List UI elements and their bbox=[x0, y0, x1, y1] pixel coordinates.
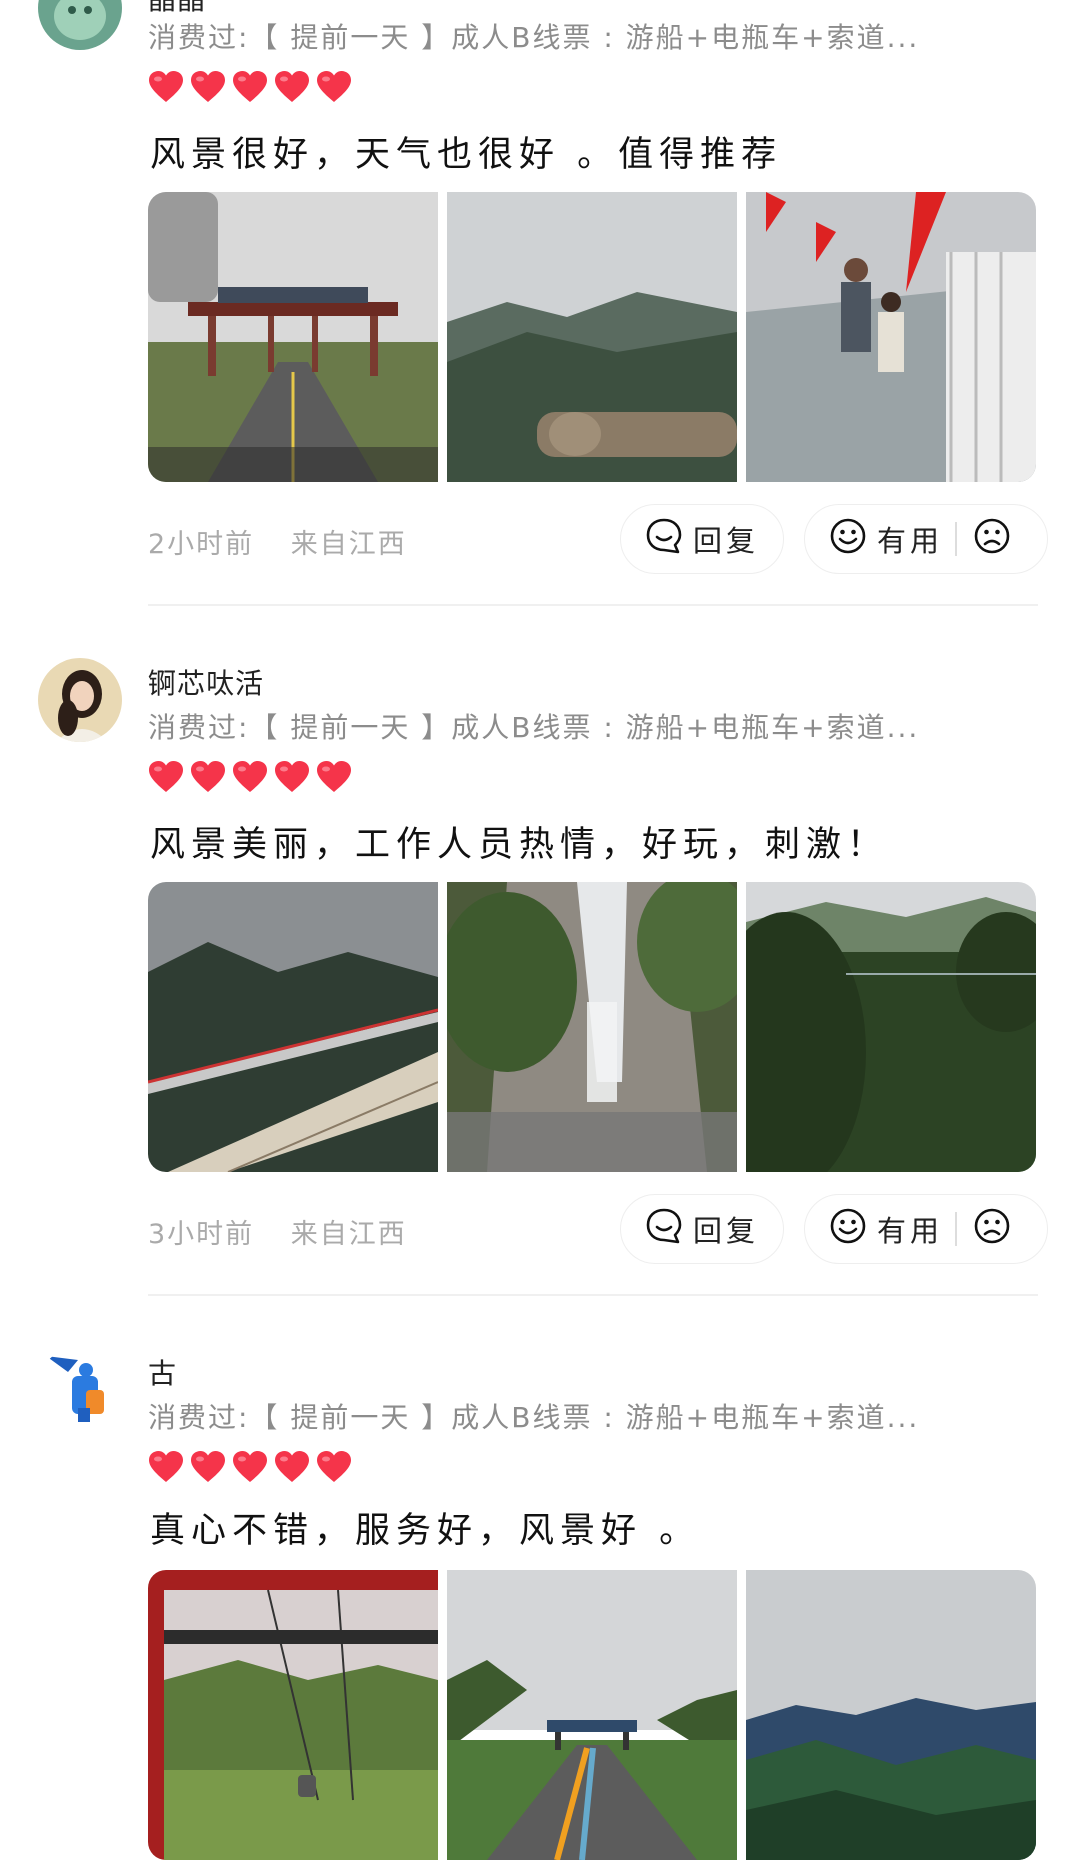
heart-icon bbox=[232, 760, 268, 800]
useful-button[interactable]: 有用 bbox=[804, 504, 1048, 574]
heart-icon bbox=[190, 70, 226, 110]
heart-icon bbox=[190, 760, 226, 800]
smiley-icon bbox=[829, 517, 877, 562]
review-text: 真心不错，服务好，风景好 。 bbox=[150, 1511, 701, 1551]
heart-icon bbox=[274, 760, 310, 800]
review-photo-road-gate[interactable] bbox=[447, 1570, 737, 1860]
heart-icon bbox=[316, 760, 352, 800]
reply-label: 回复 bbox=[693, 524, 760, 558]
review-separator bbox=[148, 1294, 1038, 1296]
heart-icon bbox=[190, 1450, 226, 1490]
review-photo-gate[interactable] bbox=[148, 192, 438, 482]
review-location: 来自江西 bbox=[290, 529, 407, 560]
photo-grid bbox=[148, 192, 1036, 482]
review-meta: 2小时前 来自江西 bbox=[148, 522, 407, 561]
review-text: 风景很好，天气也很好 。值得推荐 bbox=[150, 135, 783, 175]
review-meta: 3小时前 来自江西 bbox=[148, 1212, 407, 1251]
username[interactable]: 锕芯呔活 bbox=[148, 662, 264, 702]
smiley-icon bbox=[829, 1207, 877, 1252]
product-info: 消费过:【 提前一天 】成人B线票 : 游船+电瓶车+索道... bbox=[148, 711, 920, 744]
sad-face-icon[interactable] bbox=[973, 1207, 1011, 1252]
rating-hearts bbox=[148, 1450, 352, 1490]
username[interactable]: 古 bbox=[148, 1352, 177, 1392]
review-time: 2小时前 bbox=[148, 529, 255, 560]
heart-icon bbox=[232, 70, 268, 110]
rating-hearts bbox=[148, 70, 352, 110]
rating-hearts bbox=[148, 760, 352, 800]
review-location: 来自江西 bbox=[290, 1219, 407, 1250]
photo-grid bbox=[148, 1570, 1036, 1860]
useful-button[interactable]: 有用 bbox=[804, 1194, 1048, 1264]
heart-icon bbox=[148, 1450, 184, 1490]
heart-icon bbox=[274, 70, 310, 110]
review-photo-cable-car[interactable] bbox=[148, 1570, 438, 1860]
heart-icon bbox=[232, 1450, 268, 1490]
reply-button[interactable]: 回复 bbox=[620, 1194, 784, 1264]
user-avatar[interactable] bbox=[38, 0, 122, 50]
heart-icon bbox=[316, 70, 352, 110]
divider bbox=[955, 1212, 957, 1246]
chat-bubble-icon bbox=[645, 517, 693, 562]
heart-icon bbox=[148, 70, 184, 110]
reply-label: 回复 bbox=[693, 1214, 760, 1248]
chat-bubble-icon bbox=[645, 1207, 693, 1252]
product-info: 消费过:【 提前一天 】成人B线票 : 游船+电瓶车+索道... bbox=[148, 21, 920, 54]
product-info: 消费过:【 提前一天 】成人B线票 : 游船+电瓶车+索道... bbox=[148, 1401, 920, 1434]
heart-icon bbox=[316, 1450, 352, 1490]
photo-grid bbox=[148, 882, 1036, 1172]
sad-face-icon[interactable] bbox=[973, 517, 1011, 562]
review-photo-mountains[interactable] bbox=[447, 192, 737, 482]
review-photo-mountain-range[interactable] bbox=[746, 1570, 1036, 1860]
user-avatar[interactable] bbox=[38, 658, 122, 742]
review-text: 风景美丽，工作人员热情，好玩，刺激！ bbox=[150, 825, 889, 865]
review-photo-waterfall[interactable] bbox=[447, 882, 737, 1172]
review-photo-suspension-bridge[interactable] bbox=[148, 882, 438, 1172]
review-photo-forest[interactable] bbox=[746, 882, 1036, 1172]
review-separator bbox=[148, 604, 1038, 606]
review-photo-glass-bridge[interactable] bbox=[746, 192, 1036, 482]
review-time: 3小时前 bbox=[148, 1219, 255, 1250]
heart-icon bbox=[274, 1450, 310, 1490]
user-avatar[interactable] bbox=[38, 1346, 122, 1430]
useful-label: 有用 bbox=[877, 1214, 944, 1248]
divider bbox=[955, 522, 957, 556]
heart-icon bbox=[148, 760, 184, 800]
useful-label: 有用 bbox=[877, 524, 944, 558]
reply-button[interactable]: 回复 bbox=[620, 504, 784, 574]
